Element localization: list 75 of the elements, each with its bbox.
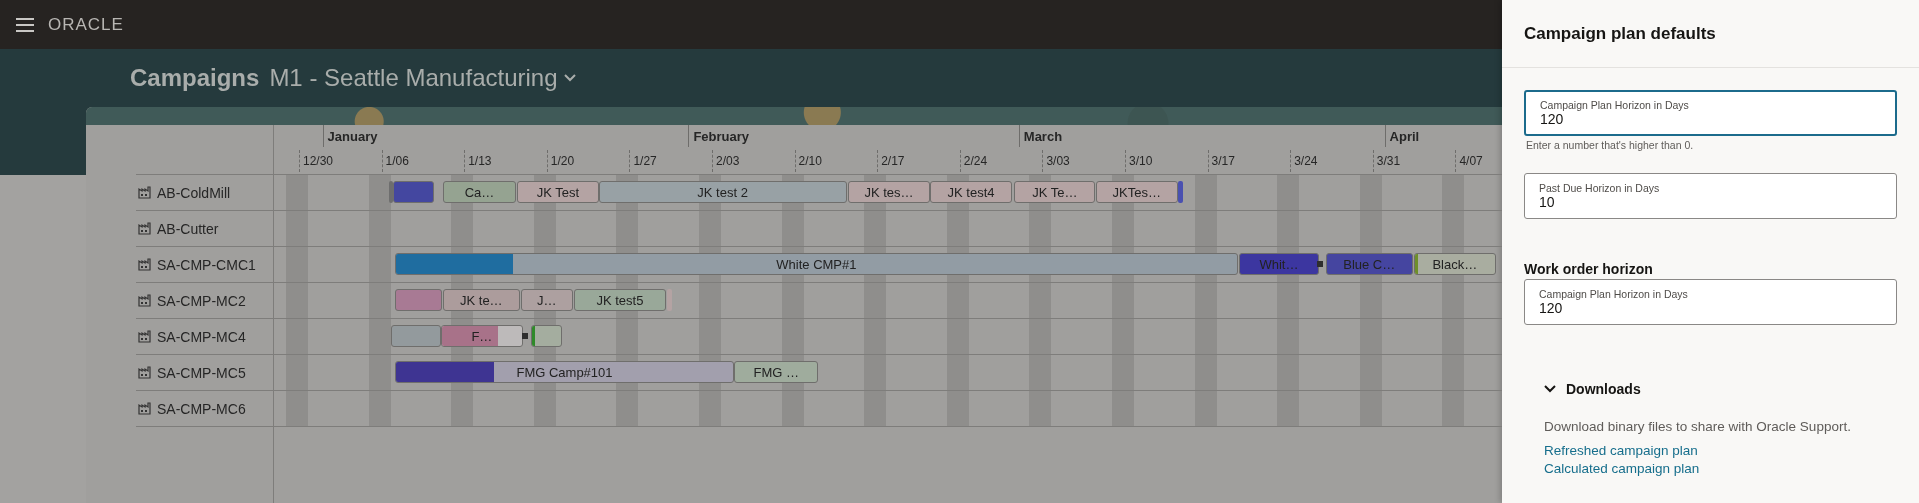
chevron-down-icon bbox=[1544, 385, 1556, 393]
campaign-bar[interactable]: Ca… bbox=[442, 181, 517, 203]
download-link[interactable]: Refreshed campaign plan bbox=[1544, 443, 1698, 458]
campaign-bar[interactable]: JK Test bbox=[517, 181, 599, 203]
campaign-bar[interactable]: JKTes… bbox=[1095, 181, 1179, 203]
month-label: April bbox=[1389, 129, 1420, 144]
resource-name: SA-CMP-MC2 bbox=[157, 292, 246, 309]
resource-name: SA-CMP-MC5 bbox=[157, 364, 246, 381]
number-input[interactable]: 120 bbox=[1539, 300, 1882, 316]
campaign-bar[interactable]: Black… bbox=[1414, 253, 1496, 275]
campaign-bar[interactable]: F… bbox=[440, 325, 524, 347]
dependency-connector bbox=[522, 333, 529, 339]
factory-icon bbox=[138, 402, 151, 415]
downloads-toggle[interactable]: Downloads bbox=[1544, 381, 1641, 397]
number-field[interactable]: Campaign Plan Horizon in Days 120 bbox=[1524, 279, 1897, 325]
month-label: February bbox=[693, 129, 750, 144]
resource-name: SA-CMP-MC4 bbox=[157, 328, 246, 345]
resource-name: AB-ColdMill bbox=[157, 184, 231, 201]
factory-icon bbox=[138, 222, 151, 235]
campaign-bar[interactable]: JK te… bbox=[442, 289, 520, 311]
dependency-connector bbox=[1316, 261, 1323, 267]
status-edge bbox=[1415, 254, 1419, 274]
campaign-bar[interactable]: JK test 2 bbox=[598, 181, 847, 203]
week-label: 3/17 bbox=[1211, 154, 1235, 168]
week-label: 2/03 bbox=[716, 154, 740, 168]
week-label: 4/07 bbox=[1459, 154, 1483, 168]
number-field[interactable]: Past Due Horizon in Days 10 bbox=[1524, 173, 1897, 219]
resource-name: AB-Cutter bbox=[157, 220, 219, 237]
download-link[interactable]: Calculated campaign plan bbox=[1544, 461, 1700, 476]
number-input[interactable]: 10 bbox=[1539, 194, 1882, 210]
campaign-bar[interactable]: JK tes… bbox=[847, 181, 931, 203]
help-text: Enter a number that's higher than 0. bbox=[1526, 139, 1695, 151]
number-field[interactable]: Campaign Plan Horizon in Days 120 bbox=[1524, 90, 1897, 136]
week-label: 1/20 bbox=[550, 154, 575, 168]
section-heading: Work order horizon bbox=[1524, 261, 1654, 277]
campaign-bar[interactable] bbox=[393, 181, 434, 203]
week-label: 3/31 bbox=[1376, 154, 1401, 168]
factory-icon bbox=[138, 258, 151, 271]
number-input[interactable]: 120 bbox=[1540, 111, 1881, 127]
factory-icon bbox=[138, 294, 151, 307]
week-label: 2/17 bbox=[881, 154, 905, 168]
factory-icon bbox=[138, 186, 151, 199]
campaign-bar[interactable]: JK test5 bbox=[573, 289, 666, 311]
factory-icon bbox=[138, 366, 151, 379]
downloads-description: Download binary files to share with Oracle Support. bbox=[1544, 419, 1852, 434]
resource-name: SA-CMP-MC6 bbox=[157, 400, 246, 417]
campaign-bar[interactable]: J… bbox=[520, 289, 573, 311]
month-label: March bbox=[1023, 129, 1063, 144]
campaign-bar[interactable] bbox=[531, 325, 563, 347]
logo: ORACLE bbox=[48, 14, 124, 35]
menu-icon[interactable] bbox=[16, 17, 34, 32]
campaign-bar[interactable]: FMG Camp#101 bbox=[394, 361, 735, 383]
week-label: 12/30 bbox=[303, 154, 334, 168]
week-label: 3/03 bbox=[1046, 154, 1070, 168]
week-label: 1/13 bbox=[468, 154, 492, 168]
panel-title: Campaign plan defaults bbox=[1524, 23, 1716, 44]
campaign-bar[interactable]: FMG … bbox=[734, 361, 819, 383]
week-label: 3/10 bbox=[1129, 154, 1153, 168]
week-label: 3/24 bbox=[1294, 154, 1318, 168]
campaign-bar[interactable] bbox=[391, 325, 441, 347]
week-label: 2/10 bbox=[798, 154, 822, 168]
organization-selector[interactable]: M1 - Seattle Manufacturing bbox=[269, 64, 576, 92]
factory-icon bbox=[138, 330, 151, 343]
campaign-bar[interactable]: White CMP#1 bbox=[394, 253, 1239, 275]
campaign-bar[interactable]: JK Te… bbox=[1014, 181, 1096, 203]
week-label: 1/06 bbox=[385, 154, 409, 168]
chevron-down-icon bbox=[563, 74, 576, 82]
campaign-bar[interactable]: JK test4 bbox=[930, 181, 1012, 203]
week-label: 2/24 bbox=[963, 154, 988, 168]
resource-name: SA-CMP-CMC1 bbox=[157, 256, 256, 273]
page-title: Campaigns bbox=[130, 64, 260, 92]
month-label: January bbox=[327, 129, 378, 144]
status-edge bbox=[532, 326, 536, 346]
week-label: 1/27 bbox=[633, 154, 657, 168]
campaign-bar[interactable] bbox=[394, 289, 442, 311]
